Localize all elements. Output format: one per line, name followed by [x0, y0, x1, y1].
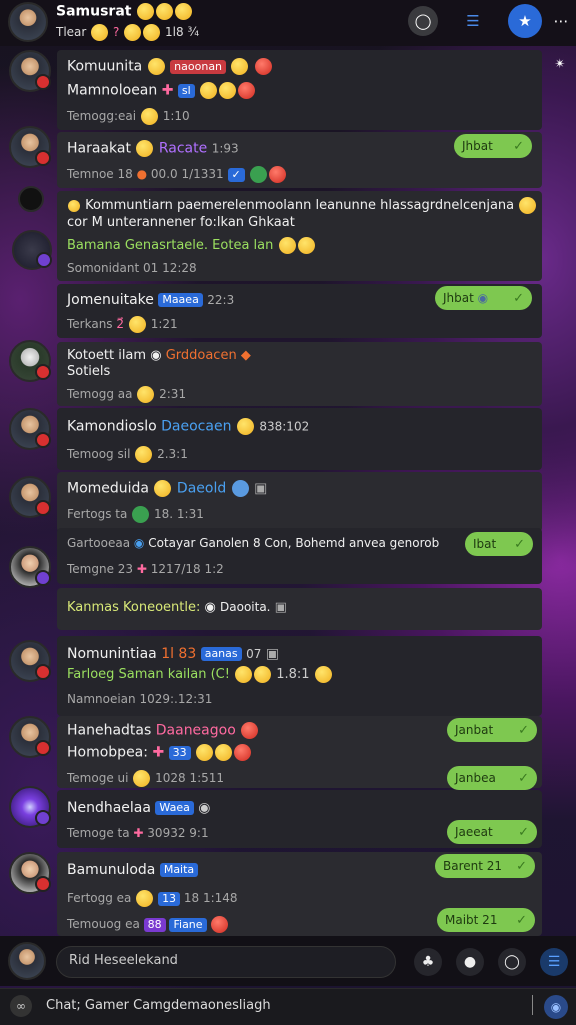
message-line: Mamnoloean ✚ sl	[67, 82, 256, 99]
record-icon[interactable]: ◯	[498, 948, 526, 976]
pin-icon[interactable]: ✴	[548, 52, 572, 76]
message-meta: Temoog sil 2.3:1	[67, 446, 188, 463]
message-meta: Somonidant 01 12:28	[67, 261, 197, 275]
message-meta: Temgne 23 ✚ 1217/18 1:2	[67, 562, 224, 576]
reply-status-pill[interactable]: Jaeeat ✓	[447, 820, 537, 844]
more-icon[interactable]: ⋯	[546, 6, 576, 36]
avatar[interactable]	[8, 2, 48, 42]
message-line: Gartooeaa ◉ Cotayar Ganolen 8 Con, Bohem…	[67, 536, 440, 550]
reply-status-pill[interactable]: Janbat ✓	[447, 718, 537, 742]
message-line: Farloeg Saman kailan (C! 1.8:1	[67, 666, 333, 683]
avatar[interactable]	[9, 852, 51, 894]
star-icon[interactable]: ★	[508, 4, 542, 38]
message-meta: Temogg aa 2:31	[67, 386, 187, 403]
message-line: Nomunintiaa 1l 83 aanas 07 ▣	[67, 646, 280, 662]
list-icon[interactable]: ☰	[458, 6, 488, 36]
message-card[interactable]: Jomenuitake Maaea 22:3 Terkans 2⃗ 1:21 J…	[57, 284, 542, 338]
message-meta: Fertogs ta 18. 1:31	[67, 506, 204, 523]
message-line: Momeduida Daeold ▣	[67, 480, 268, 497]
avatar[interactable]	[9, 340, 51, 382]
message-card[interactable]: Kanmas Koneoentle: ◉ Daooita. ▣	[57, 588, 542, 630]
game-icon[interactable]: ♣	[414, 948, 442, 976]
avatar[interactable]	[9, 476, 51, 518]
message-card[interactable]: Komuunita naoonan Mamnoloean ✚ sl Temogg…	[57, 50, 542, 130]
menu-icon[interactable]: ☰	[540, 948, 568, 976]
avatar[interactable]	[9, 786, 51, 828]
message-meta: Temoge ta ✚ 30932 9:1	[67, 826, 209, 840]
avatar[interactable]	[9, 716, 51, 758]
message-card[interactable]: Kamondioslo Daeocaen 838:102 Temoog sil …	[57, 408, 542, 470]
message-line: Komuunita naoonan	[67, 58, 273, 75]
message-meta: Namnoeian 1029:.12:31	[67, 692, 213, 706]
avatar[interactable]	[9, 640, 51, 682]
footer-text: Chat; Gamer Camgdemaonesliagh	[46, 998, 271, 1013]
ghost-icon[interactable]: ◯	[408, 6, 438, 36]
message-card[interactable]: Kotoett ilam ◉ Grddoacen ◆ Sotiels Temog…	[57, 342, 542, 406]
message-card[interactable]: Bamunuloda Maita Fertogg ea 13 18 1:148 …	[57, 852, 542, 936]
message-input[interactable]: Rid Heseelekand	[56, 946, 396, 978]
reply-status-pill[interactable]: Ibat ✓	[465, 532, 533, 556]
avatar[interactable]	[18, 186, 44, 212]
reply-status-pill[interactable]: Maibt 21 ✓	[437, 908, 535, 932]
message-line: Kommuntiarn paemerelenmoolann leanunne h…	[67, 197, 537, 214]
reply-status-pill[interactable]: Barent 21 ✓	[435, 854, 535, 878]
avatar[interactable]	[9, 50, 51, 92]
message-card[interactable]: Nomunintiaa 1l 83 aanas 07 ▣ Farloeg Sam…	[57, 636, 542, 716]
message-line: Hanehadtas Daaneagoo	[67, 722, 259, 739]
message-card[interactable]: Momeduida Daeold ▣ Fertogs ta 18. 1:31	[57, 472, 542, 532]
message-line: Haraakat Racate 1:93	[67, 140, 239, 157]
message-meta: Temoge ui 1028 1:511	[67, 770, 225, 787]
message-line: Kanmas Koneoentle: ◉ Daooita. ▣	[67, 600, 287, 615]
message-line: Kamondioslo Daeocaen 838:102	[67, 418, 310, 435]
message-line: cor M unterannener fo:lkan Ghkaat	[67, 215, 295, 230]
avatar[interactable]	[12, 230, 52, 270]
message-line: Bamana Genasrtaele. Eotea lan	[67, 237, 316, 254]
chat-subtitle: Tlear ? 1l8 ¾	[56, 24, 200, 41]
top-bar: Samusrat Tlear ? 1l8 ¾ ◯ ☰ ★ ⋯	[0, 0, 576, 46]
reply-status-pill[interactable]: Jhbat ✓	[454, 134, 532, 158]
message-card[interactable]: Nendhaelaa Waea ◉ Temoge ta ✚ 30932 9:1 …	[57, 790, 542, 848]
message-meta: Temogg:eai 1:10	[67, 108, 190, 125]
message-card[interactable]: Gartooeaa ◉ Cotayar Ganolen 8 Con, Bohem…	[57, 528, 542, 584]
avatar[interactable]	[9, 408, 51, 450]
avatar[interactable]	[9, 546, 51, 588]
discord-icon[interactable]: ◉	[544, 995, 568, 1019]
message-line: Kotoett ilam ◉ Grddoacen ◆	[67, 348, 251, 363]
message-card[interactable]: Kommuntiarn paemerelenmoolann leanunne h…	[57, 191, 542, 281]
chat-title: Samusrat	[56, 3, 193, 20]
avatar[interactable]	[9, 126, 51, 168]
message-line: Sotiels	[67, 364, 111, 379]
message-meta: Terkans 2⃗ 1:21	[67, 316, 178, 333]
avatar[interactable]	[8, 942, 46, 980]
link-icon[interactable]: ∞	[10, 995, 32, 1017]
message-line: Jomenuitake Maaea 22:3	[67, 292, 235, 308]
message-line: Bamunuloda Maita	[67, 862, 199, 878]
message-line: Nendhaelaa Waea ◉	[67, 800, 211, 816]
message-card[interactable]: Hanehadtas Daaneagoo Homobpea: ✚ 33 Temo…	[57, 716, 542, 790]
cursor	[532, 995, 533, 1015]
message-meta: Fertogg ea 13 18 1:148	[67, 890, 238, 907]
reply-status-pill[interactable]: Janbea ✓	[447, 766, 537, 790]
message-meta: Temnoe 18 ● 00.0 1/1331 ✓	[67, 166, 287, 183]
mic-icon[interactable]: ●	[456, 948, 484, 976]
message-meta: Temouog ea 88 Fiane	[67, 916, 229, 933]
message-card[interactable]: Haraakat Racate 1:93 Temnoe 18 ● 00.0 1/…	[57, 132, 542, 188]
footer-bar: ∞ Chat; Gamer Camgdemaonesliagh ◉	[0, 988, 576, 1025]
reply-status-pill[interactable]: Jhbat ◉ ✓	[435, 286, 532, 310]
message-line: Homobpea: ✚ 33	[67, 744, 252, 761]
